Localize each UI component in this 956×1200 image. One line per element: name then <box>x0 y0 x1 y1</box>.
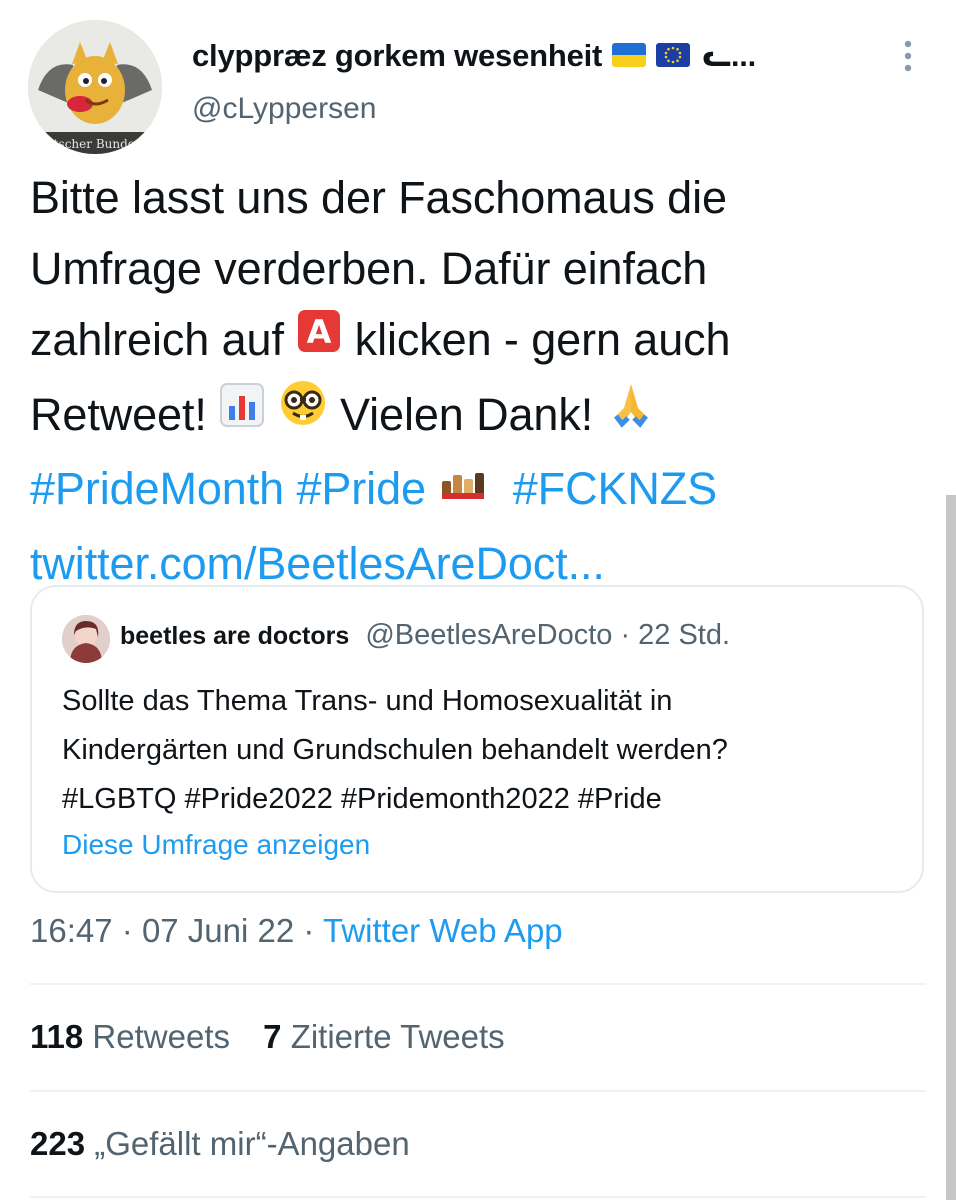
likes-label: „Gefällt mir“-Angaben <box>94 1125 410 1162</box>
tweet-line-part: klicken - gern auch <box>354 314 731 365</box>
quotes-count: 7 <box>263 1018 282 1055</box>
tweet-timestamp: 16:47 · 07 Juni 22 · Twitter Web App <box>30 912 563 950</box>
author-name-tail: ᓚ... <box>702 38 757 73</box>
svg-text:A: A <box>307 313 332 351</box>
author-avatar-image: Deutscher Bundestag <box>28 20 162 154</box>
quoted-line: #LGBTQ #Pride2022 #Pridemonth2022 #Pride <box>62 783 662 815</box>
retweet-stats: 118 Retweets 7 Zitierte Tweets <box>30 1018 505 1056</box>
tweet-line: Umfrage verderben. Dafür einfach <box>30 243 708 294</box>
likes-stat[interactable]: 223 „Gefällt mir“-Angaben <box>30 1125 410 1163</box>
hashtag-link[interactable]: #PrideMonth <box>30 463 284 514</box>
tweet-header: Deutscher Bundestag clyppræz gorkem wese… <box>0 0 956 160</box>
quoted-line: Kindergärten und Grundschulen behandelt … <box>62 734 728 766</box>
quoted-line: Sollte das Thema Trans- und Homosexualit… <box>62 685 673 717</box>
author-name-text: clyppræz gorkem wesenheit <box>192 38 603 73</box>
tweet-text: Bitte lasst uns der Faschomaus die Umfra… <box>30 162 920 599</box>
divider <box>30 983 926 985</box>
quoted-tweet-header: beetles are doctors @BeetlesAreDocto · 2… <box>120 619 730 652</box>
folded-hands-icon <box>606 377 656 448</box>
hashtag-link[interactable]: #Pride <box>296 463 426 514</box>
tweet-time[interactable]: 16:47 <box>30 912 113 949</box>
tweet-line: Retweet! Vielen Dank! <box>30 379 920 454</box>
ukraine-flag-icon <box>612 42 647 67</box>
quoted-author-name[interactable]: beetles are doctors <box>120 622 349 650</box>
avatar-caption: Deutscher Bundestag <box>29 137 161 151</box>
bar-chart-icon <box>219 377 265 448</box>
tweet-line-part: Retweet! <box>30 388 207 440</box>
nerd-face-icon <box>278 377 328 448</box>
quoted-tweet-card[interactable]: beetles are doctors @BeetlesAreDocto · 2… <box>30 585 924 893</box>
a-button-icon: A <box>296 303 342 374</box>
raised-fists-icon <box>438 452 488 523</box>
author-display-name[interactable]: clyppræz gorkem wesenheit ᓚ... <box>192 38 756 74</box>
quotes-stat[interactable]: 7 Zitierte Tweets <box>263 1018 505 1055</box>
eu-flag-icon <box>656 42 691 67</box>
external-link[interactable]: twitter.com/BeetlesAreDoct... <box>30 538 605 589</box>
tweet-source[interactable]: Twitter Web App <box>323 912 563 949</box>
tweet-line: #PrideMonth #Pride #FCKNZS <box>30 453 920 528</box>
tweet-line: zahlreich auf A klicken - gern auch <box>30 304 920 379</box>
retweets-label: Retweets <box>92 1018 230 1055</box>
retweets-stat[interactable]: 118 Retweets <box>30 1018 230 1055</box>
tweet-line-part: zahlreich auf <box>30 314 284 365</box>
retweets-count: 118 <box>30 1018 84 1055</box>
show-poll-link[interactable]: Diese Umfrage anzeigen <box>62 829 370 861</box>
separator-dot: · <box>121 912 133 949</box>
hashtag-link[interactable]: #FCKNZS <box>513 463 717 514</box>
tweet-date[interactable]: 07 Juni 22 <box>142 912 294 949</box>
tweet-line: Bitte lasst uns der Faschomaus die <box>30 172 727 223</box>
quoted-author-avatar[interactable] <box>62 615 110 663</box>
author-handle[interactable]: @cLyppersen <box>192 92 376 126</box>
separator-dot: · <box>303 912 315 949</box>
quoted-author-meta: @BeetlesAreDocto · 22 Std. <box>365 619 731 651</box>
divider <box>30 1090 926 1092</box>
divider <box>30 1196 926 1198</box>
quotes-label: Zitierte Tweets <box>290 1018 505 1055</box>
scrollbar[interactable] <box>946 495 956 1200</box>
tweet-line-part: Vielen Dank! <box>340 388 594 440</box>
quoted-tweet-text: Sollte das Thema Trans- und Homosexualit… <box>62 677 728 824</box>
author-avatar[interactable]: Deutscher Bundestag <box>28 20 162 154</box>
likes-count: 223 <box>30 1125 86 1162</box>
more-dots-icon[interactable] <box>896 36 920 76</box>
